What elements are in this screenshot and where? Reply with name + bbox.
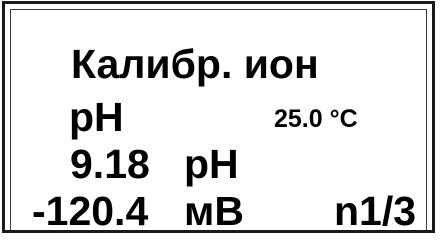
temperature-readout: 25.0 °C <box>274 105 358 133</box>
potential-unit: мВ <box>184 188 244 234</box>
buffer-value: 9.18 <box>70 141 150 187</box>
potential-value: -120.4 <box>32 188 149 234</box>
buffer-unit: pH <box>184 141 239 187</box>
measurement-mode: pH <box>69 94 124 140</box>
calibration-point-counter: n1/3 <box>334 188 417 234</box>
screen-title: Калибр. ион <box>71 41 319 87</box>
